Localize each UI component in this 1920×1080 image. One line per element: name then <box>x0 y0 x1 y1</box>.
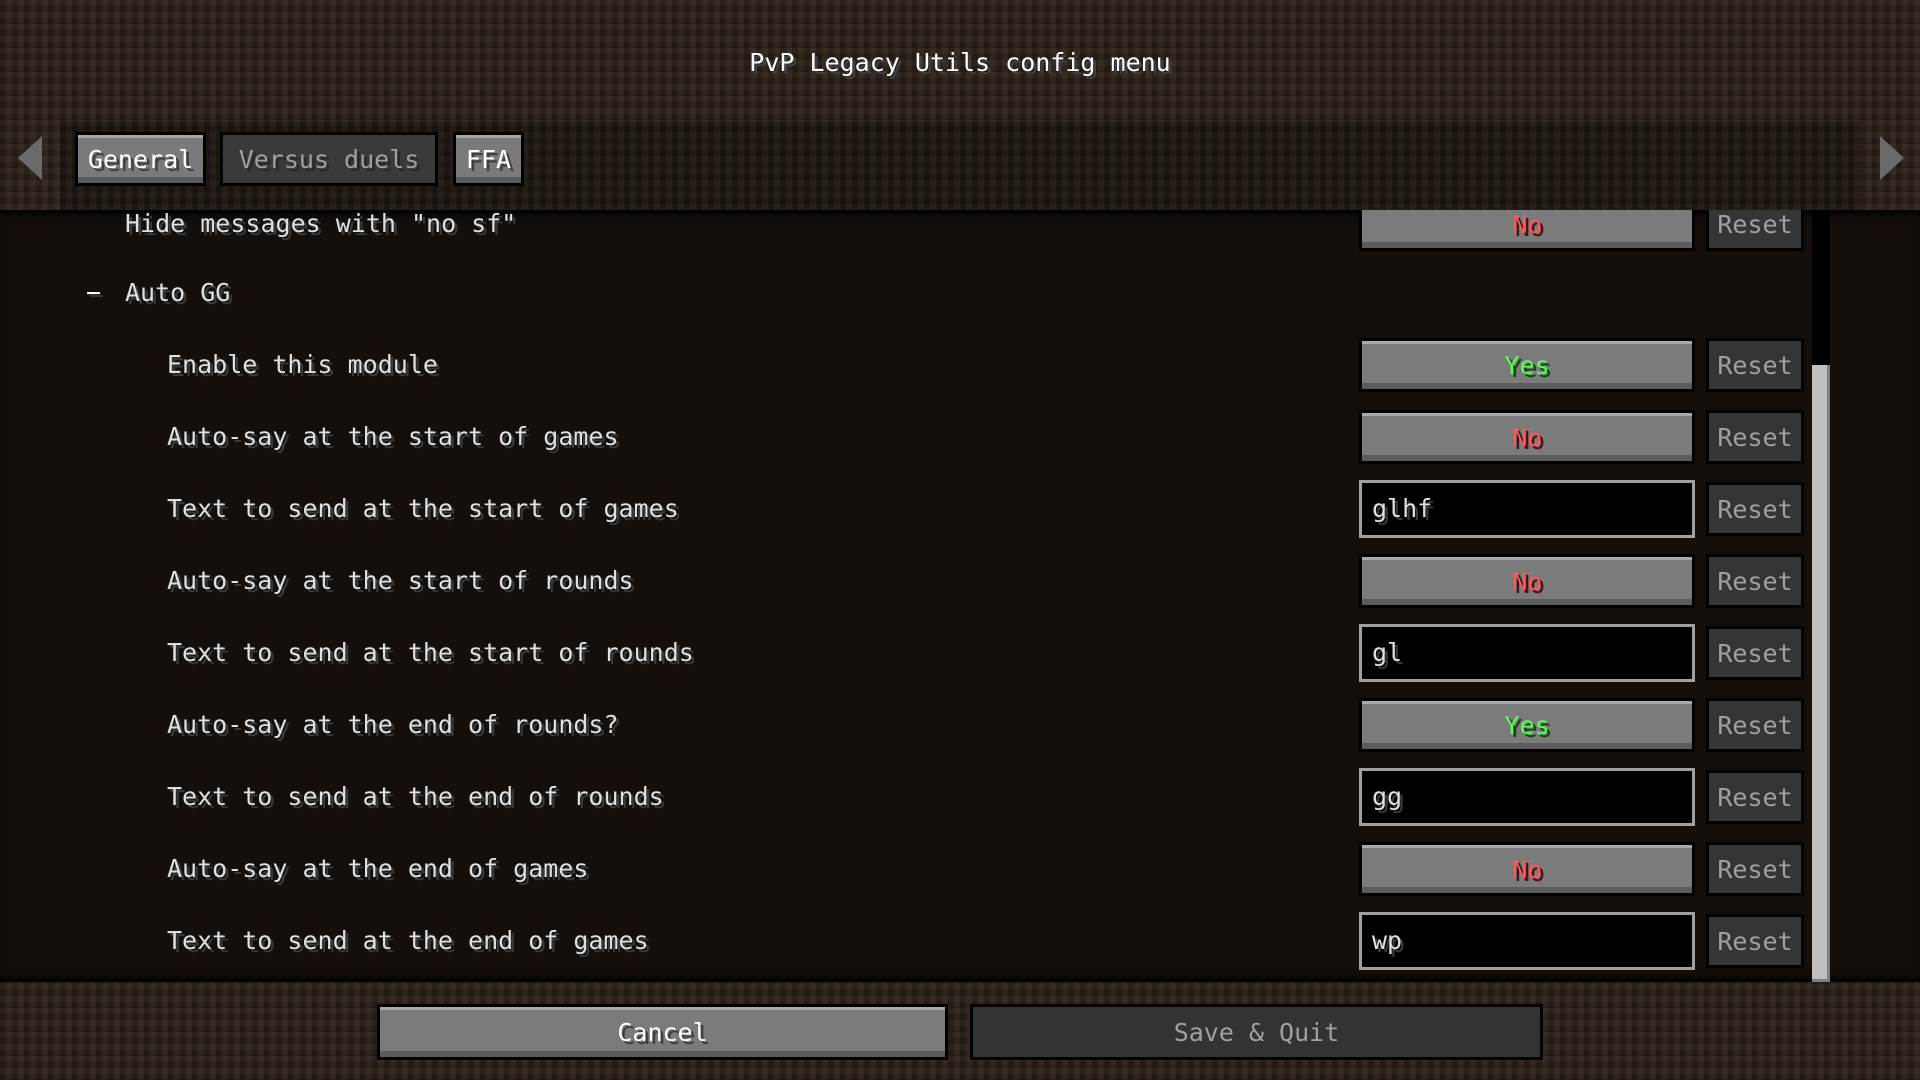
reset-button[interactable]: Reset <box>1706 482 1804 536</box>
text-input[interactable]: gl <box>1359 624 1695 682</box>
toggle-button[interactable]: Yes <box>1359 698 1695 752</box>
reset-button[interactable]: Reset <box>1706 626 1804 680</box>
page-title: PvP Legacy Utils config menu <box>749 48 1171 77</box>
reset-button[interactable]: Reset <box>1706 698 1804 752</box>
reset-button[interactable]: Reset <box>1706 842 1804 896</box>
config-list: Hide messages with "no sf" No Reset − Auto G… <box>0 210 1920 982</box>
tab-ffa[interactable]: FFA <box>453 132 524 186</box>
setting-label: Auto-say at the start of rounds <box>167 566 634 595</box>
text-input[interactable]: wp <box>1359 912 1695 970</box>
setting-label: Text to send at the start of games <box>167 494 679 523</box>
setting-row: Auto-say at the end of games No Reset <box>0 833 1920 905</box>
setting-label: Enable this module <box>167 350 438 379</box>
cancel-button[interactable]: Cancel <box>377 1004 948 1060</box>
setting-label: Auto-say at the end of games <box>167 854 589 883</box>
toggle-button[interactable]: Yes <box>1359 338 1695 392</box>
collapse-icon[interactable]: − <box>86 257 101 329</box>
setting-row: Auto-say at the start of rounds No Reset <box>0 545 1920 617</box>
setting-row: Text to send at the start of rounds gl Res… <box>0 617 1920 689</box>
save-quit-button[interactable]: Save & Quit <box>970 1004 1543 1060</box>
tab-versus-duels[interactable]: Versus duels <box>220 132 438 186</box>
setting-row: Hide messages with "no sf" No Reset <box>0 210 1920 260</box>
setting-row: Auto-say at the start of games No Reset <box>0 401 1920 473</box>
text-input[interactable]: gg <box>1359 768 1695 826</box>
reset-button[interactable]: Reset <box>1706 210 1804 251</box>
setting-label: Text to send at the end of rounds <box>167 782 664 811</box>
toggle-button[interactable]: No <box>1359 842 1695 896</box>
toggle-button[interactable]: No <box>1359 554 1695 608</box>
setting-label: Hide messages with "no sf" <box>125 210 517 238</box>
setting-row: Text to send at the start of games glhf Re… <box>0 473 1920 545</box>
arrow-left-icon[interactable] <box>18 136 42 180</box>
setting-label: Text to send at the end of games <box>167 926 649 955</box>
tab-general[interactable]: General <box>75 132 206 186</box>
reset-button[interactable]: Reset <box>1706 410 1804 464</box>
setting-row: Text to send at the end of games wp Reset <box>0 905 1920 977</box>
reset-button[interactable]: Reset <box>1706 554 1804 608</box>
reset-button[interactable]: Reset <box>1706 770 1804 824</box>
scrollbar-thumb[interactable] <box>1812 365 1830 982</box>
reset-button[interactable]: Reset <box>1706 914 1804 968</box>
setting-label: Auto-say at the start of games <box>167 422 619 451</box>
section-header: − Auto GG <box>0 257 1920 329</box>
setting-row: Enable this module Yes Reset <box>0 329 1920 401</box>
reset-button[interactable]: Reset <box>1706 338 1804 392</box>
section-label[interactable]: Auto GG <box>125 257 230 329</box>
setting-row: Auto-say at the end of rounds? Yes Reset <box>0 689 1920 761</box>
arrow-right-icon[interactable] <box>1880 136 1904 180</box>
text-input[interactable]: glhf <box>1359 480 1695 538</box>
toggle-button[interactable]: No <box>1359 210 1695 251</box>
setting-row: Text to send at the end of rounds gg Reset <box>0 761 1920 833</box>
toggle-button[interactable]: No <box>1359 410 1695 464</box>
setting-label: Text to send at the start of rounds <box>167 638 694 667</box>
setting-label: Auto-say at the end of rounds? <box>167 710 619 739</box>
